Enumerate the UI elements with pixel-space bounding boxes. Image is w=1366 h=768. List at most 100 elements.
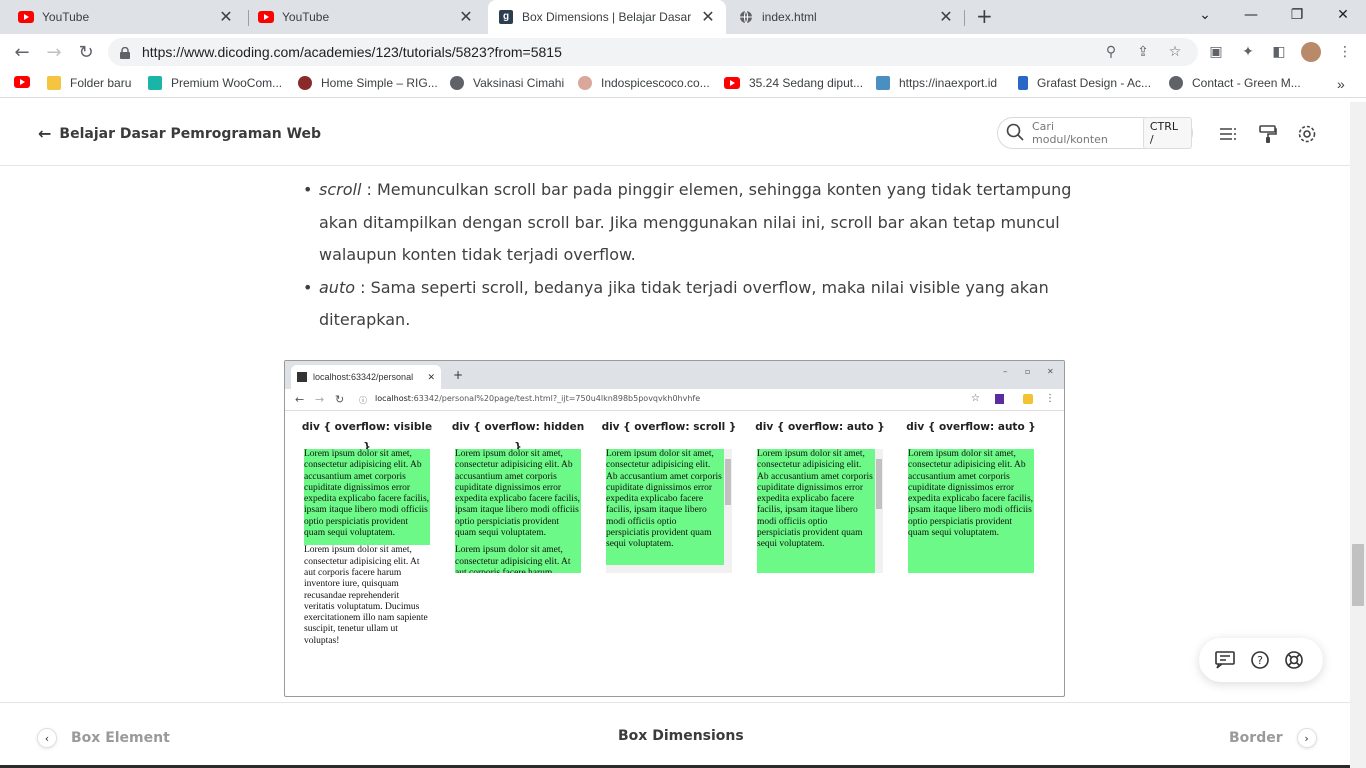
- bookmark-star-icon[interactable]: ☆: [1164, 41, 1186, 63]
- bookmark-icon: [578, 76, 592, 90]
- search-placeholder: Cari modul/konten: [1032, 120, 1108, 146]
- bookmark-icon: [298, 76, 312, 90]
- example-screenshot: localhost:63342/personal ✕ + – ▫ ✕ ← → ↻…: [284, 360, 1065, 697]
- green-box: Lorem ipsum dolor sit amet, consectetur …: [908, 449, 1034, 573]
- search-input[interactable]: Cari modul/konten CTRL /: [997, 117, 1193, 149]
- extension-icon: [995, 394, 1004, 404]
- gear-icon[interactable]: [1295, 122, 1319, 146]
- zoom-icon[interactable]: ⚲: [1100, 41, 1122, 63]
- browser-tab[interactable]: index.html ✕: [728, 0, 964, 34]
- list-item: auto : Sama seperti scroll, bedanya jika…: [303, 272, 1083, 337]
- lifebuoy-icon[interactable]: [1284, 650, 1304, 670]
- browser-tab[interactable]: YouTube ✕: [8, 0, 244, 34]
- scrollbar: [875, 449, 883, 573]
- back-icon[interactable]: ←: [8, 38, 36, 66]
- current-module: Box Dimensions: [618, 728, 744, 744]
- browser-tab-bar: YouTube ✕ YouTube ✕ g Box Dimensions | B…: [0, 0, 1366, 34]
- extensions-icon[interactable]: ✦: [1237, 41, 1259, 63]
- avatar[interactable]: [1300, 41, 1322, 63]
- bookmark-item[interactable]: Home Simple – RIG...: [298, 76, 438, 90]
- bookmark-star-icon: ☆: [971, 393, 980, 404]
- bookmark-item[interactable]: Contact - Green M...: [1169, 76, 1301, 90]
- list-icon[interactable]: [1216, 122, 1240, 146]
- menu-kebab-icon: ⋮: [1045, 393, 1055, 404]
- close-window-button[interactable]: ✕: [1320, 0, 1366, 30]
- maximize-button[interactable]: ❐: [1274, 0, 1320, 30]
- share-icon[interactable]: ⇪: [1132, 41, 1154, 63]
- figure-tab-bar: localhost:63342/personal ✕ + – ▫ ✕: [285, 361, 1064, 389]
- page-scrollbar[interactable]: [1350, 102, 1366, 768]
- address-bar: ← → ↻ https://www.dicoding.com/academies…: [0, 34, 1366, 70]
- demo-auto-overflow: div { overflow: auto } Lorem ipsum dolor…: [752, 417, 888, 573]
- bookmark-item[interactable]: Premium WooCom...: [148, 76, 282, 90]
- youtube-icon: [724, 77, 740, 89]
- help-icon[interactable]: ?: [1250, 650, 1270, 670]
- folder-icon: [47, 76, 61, 90]
- svg-text:?: ?: [1257, 654, 1263, 667]
- close-icon[interactable]: ✕: [700, 7, 716, 27]
- bookmark-item[interactable]: Vaksinasi Cimahi: [450, 76, 564, 90]
- tab-title: YouTube: [282, 10, 330, 24]
- bookmark-item[interactable]: 35.24 Sedang diput...: [724, 76, 863, 90]
- demo-visible: div { overflow: visible } Lorem ipsum do…: [301, 421, 433, 648]
- browser-tab-active[interactable]: g Box Dimensions | Belajar Dasar Pe ✕: [488, 0, 726, 34]
- next-module-link[interactable]: Border ›: [1229, 728, 1317, 748]
- side-panel-icon[interactable]: ◧: [1268, 41, 1290, 63]
- green-box: Lorem ipsum dolor sit amet, consectetur …: [455, 449, 581, 573]
- close-icon[interactable]: ✕: [218, 7, 234, 27]
- prev-module-link[interactable]: ‹ Box Element: [37, 728, 170, 748]
- minimize-button[interactable]: —: [1228, 0, 1274, 30]
- bookmark-item[interactable]: Indospicescoco.co...: [578, 76, 710, 90]
- new-tab-icon: +: [453, 368, 464, 382]
- search-icon: [1006, 123, 1024, 144]
- scrollbar-thumb[interactable]: [1352, 544, 1364, 606]
- globe-icon: [1169, 76, 1183, 90]
- chevron-right-icon: ›: [1296, 728, 1317, 748]
- minimize-icon: –: [1003, 367, 1008, 377]
- course-title: Belajar Dasar Pemrograman Web: [59, 125, 322, 142]
- bookmarks-bar: Folder baru Premium WooCom... Home Simpl…: [0, 70, 1366, 98]
- tab-title: YouTube: [42, 10, 90, 24]
- green-box: Lorem ipsum dolor sit amet, consectetur …: [606, 449, 732, 573]
- forward-icon[interactable]: →: [40, 38, 68, 66]
- new-tab-button[interactable]: +: [976, 4, 993, 28]
- chevron-left-icon: ‹: [37, 728, 57, 748]
- reload-icon[interactable]: ↻: [72, 38, 100, 66]
- help-widget: ?: [1199, 638, 1323, 682]
- figure-url: localhost:63342/personal%20page/test.htm…: [375, 394, 701, 403]
- forward-icon: →: [315, 393, 325, 406]
- bookmark-item[interactable]: Folder baru: [47, 76, 131, 90]
- more-bookmarks-icon[interactable]: »: [1337, 76, 1345, 92]
- module-navigation: ‹ Box Element Box Dimensions Border ›: [0, 702, 1350, 768]
- tab-title: Box Dimensions | Belajar Dasar Pe: [522, 10, 694, 24]
- bookmark-item[interactable]: https://inaexport.id: [876, 76, 997, 90]
- list-item: scroll : Memunculkan scroll bar pada pin…: [303, 174, 1083, 272]
- scrollbar: [724, 449, 732, 573]
- url-text: https://www.dicoding.com/academies/123/t…: [142, 44, 562, 60]
- arrow-left-icon: ←: [38, 124, 52, 143]
- bookmark-youtube[interactable]: [14, 76, 30, 88]
- overflow-values-list: scroll : Memunculkan scroll bar pada pin…: [303, 174, 1083, 337]
- globe-icon: [738, 9, 754, 25]
- close-icon[interactable]: ✕: [938, 7, 954, 27]
- bookmark-item[interactable]: Grafast Design - Ac...: [1018, 76, 1151, 90]
- info-icon: ⓘ: [359, 396, 367, 405]
- youtube-icon: [14, 76, 30, 88]
- tab-search-chevron-icon[interactable]: ⌄: [1182, 0, 1228, 30]
- close-icon[interactable]: ✕: [458, 7, 474, 27]
- back-to-course-link[interactable]: ← Belajar Dasar Pemrograman Web: [38, 124, 321, 143]
- close-icon: ✕: [427, 371, 435, 382]
- chat-icon[interactable]: [1215, 650, 1235, 670]
- url-input[interactable]: https://www.dicoding.com/academies/123/t…: [108, 38, 1198, 66]
- paint-roller-icon[interactable]: [1256, 122, 1280, 146]
- figure-address-bar: ← → ↻ ⓘ localhost:63342/personal%20page/…: [285, 389, 1064, 411]
- extension-icon: [1023, 394, 1033, 404]
- reload-icon: ↻: [335, 393, 345, 406]
- browser-tab[interactable]: YouTube ✕: [248, 0, 484, 34]
- bookmark-icon: [876, 76, 890, 90]
- course-header: ← Belajar Dasar Pemrograman Web Cari mod…: [0, 102, 1350, 166]
- menu-kebab-icon[interactable]: ⋮: [1334, 41, 1356, 63]
- bookmark-icon: [1018, 76, 1028, 90]
- demo-auto-fit: div { overflow: auto } Lorem ipsum dolor…: [903, 417, 1039, 573]
- picture-in-picture-icon[interactable]: ▣: [1205, 41, 1227, 63]
